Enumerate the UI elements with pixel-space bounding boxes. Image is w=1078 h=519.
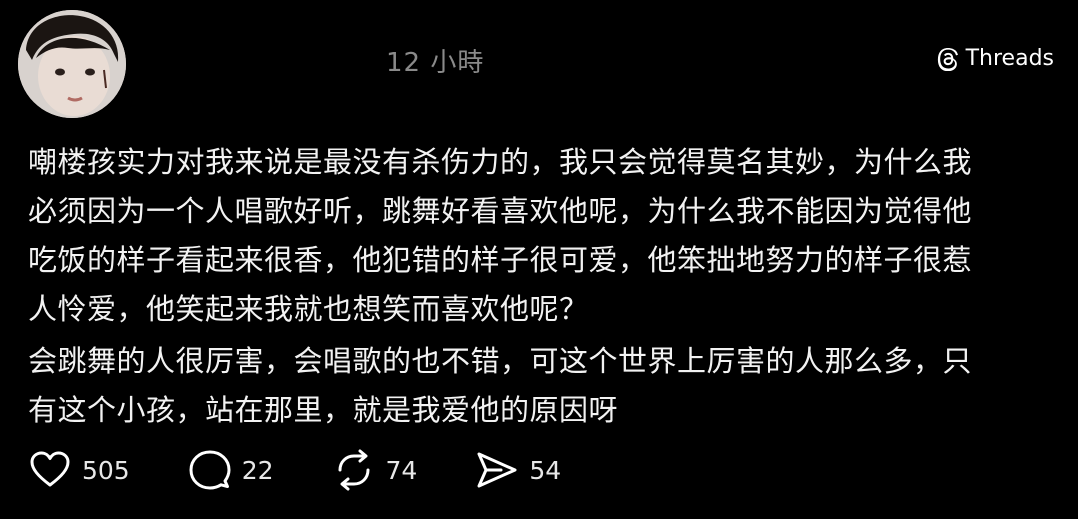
threads-post: 12 小時 Threads 嘲楼孩实力对我来说是最没有杀伤力的，我只会觉得莫名其… [0, 0, 1078, 519]
repost-button[interactable]: 74 [332, 448, 418, 492]
post-timestamp: 12 小時 [386, 48, 485, 78]
post-paragraph-1: 嘲楼孩实力对我来说是最没有杀伤力的，我只会觉得莫名其妙，为什么我 必须因为一个人… [28, 145, 973, 326]
like-button[interactable]: 505 [28, 448, 130, 492]
share-button[interactable]: 54 [475, 448, 561, 492]
action-bar: 505 22 74 54 [28, 448, 619, 492]
heart-icon [28, 448, 72, 492]
reply-count: 22 [241, 455, 274, 485]
share-count: 54 [529, 455, 562, 485]
post-paragraph-2: 会跳舞的人很厉害，会唱歌的也不错，可这个世界上厉害的人那么多，只 有这个小孩，站… [28, 344, 973, 427]
like-count: 505 [82, 455, 130, 485]
comment-bubble-icon [188, 448, 232, 492]
repost-icon [332, 448, 376, 492]
threads-brand[interactable]: Threads [936, 46, 1054, 71]
send-icon [475, 448, 519, 492]
repost-count: 74 [385, 455, 418, 485]
reply-button[interactable]: 22 [188, 448, 274, 492]
avatar[interactable] [18, 10, 126, 118]
avatar-photo [18, 10, 126, 118]
brand-label: Threads [965, 46, 1054, 71]
post-body: 嘲楼孩实力对我来说是最没有杀伤力的，我只会觉得莫名其妙，为什么我 必须因为一个人… [28, 138, 1058, 435]
threads-logo-icon [936, 47, 960, 71]
